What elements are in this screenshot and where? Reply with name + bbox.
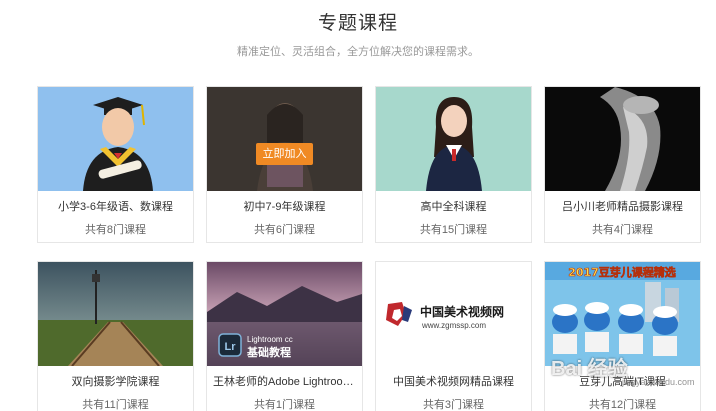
course-card-primary-school[interactable]: 小学3-6年级语、数课程 共有8门课程 (37, 86, 194, 243)
course-name[interactable]: 初中7-9年级课程 (207, 198, 362, 214)
course-count: 共有12门课程 (588, 399, 657, 411)
course-count: 共有6门课程 (253, 224, 316, 236)
page-title: 专题课程 (317, 13, 398, 34)
course-count: 共有15门课程 (419, 224, 488, 236)
course-count: 共有8门课程 (84, 224, 147, 236)
course-thumbnail[interactable]: 立即加入 (207, 87, 362, 191)
course-card-photography-academy[interactable]: 双向摄影学院课程 共有11门课程 (37, 261, 194, 411)
course-name[interactable]: 小学3-6年级语、数课程 (38, 198, 193, 214)
course-name[interactable]: 中国美术视频网精品课程 (376, 373, 531, 389)
course-count: 共有11门课程 (82, 399, 149, 411)
brand-url: www.zgmssp.com (421, 321, 486, 330)
course-card-it[interactable]: 2017豆芽儿课程精选 豆芽儿高端IT课程 共有12门课程 (544, 261, 701, 411)
course-name[interactable]: 王林老师的Adobe Lightroom ... (207, 373, 362, 389)
course-thumbnail[interactable]: 中国美术视频网 www.zgmssp.com (376, 262, 531, 366)
course-name[interactable]: 高中全科课程 (376, 198, 531, 214)
course-card-art-video[interactable]: 中国美术视频网 www.zgmssp.com 中国美术视频网精品课程 共有3门课… (375, 261, 532, 411)
join-now-button[interactable]: 立即加入 (256, 143, 313, 165)
course-thumbnail[interactable] (38, 262, 193, 366)
course-thumbnail[interactable]: 2017豆芽儿课程精选 (545, 262, 700, 366)
lightroom-title-label: 基础教程 (246, 345, 291, 359)
course-card-junior-high[interactable]: 立即加入 初中7-9年级课程 共有6门课程 (206, 86, 363, 243)
course-card-high-school[interactable]: 高中全科课程 共有15门课程 (375, 86, 532, 243)
banner-title: 2017豆芽儿课程精选 (568, 265, 676, 279)
page-subtitle: 精准定位、灵活组合，全方位解决您的课程需求。 (237, 46, 479, 58)
course-thumbnail[interactable]: Lr Lightroom cc 基础教程 (207, 262, 362, 366)
course-name[interactable]: 吕小川老师精品摄影课程 (545, 198, 700, 214)
watermark-logo: Bai 经验 (551, 358, 628, 380)
brand-name: 中国美术视频网 (420, 304, 504, 319)
course-card-photography-lv[interactable]: 吕小川老师精品摄影课程 共有4门课程 (544, 86, 701, 243)
course-count: 共有4门课程 (591, 224, 654, 236)
course-thumbnail[interactable] (38, 87, 193, 191)
course-count: 共有3门课程 (422, 399, 485, 411)
watermark-url: jingyan.baidu.com (622, 377, 695, 387)
course-name[interactable]: 双向摄影学院课程 (38, 373, 193, 389)
course-thumbnail[interactable] (545, 87, 700, 191)
course-thumbnail[interactable] (376, 87, 531, 191)
course-card-lightroom[interactable]: Lr Lightroom cc 基础教程 王林老师的Adobe Lightroo… (206, 261, 363, 411)
lightroom-product-label: Lightroom cc (247, 335, 293, 344)
course-count: 共有1门课程 (253, 399, 316, 411)
lightroom-app-icon: Lr (225, 341, 237, 353)
